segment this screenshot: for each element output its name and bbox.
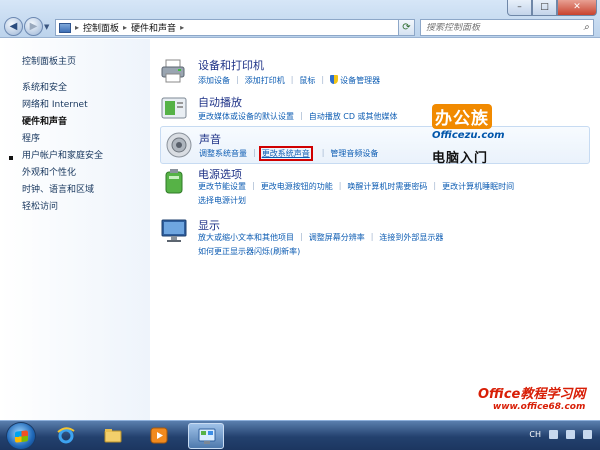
- link-adjust-volume[interactable]: 调整系统音量: [199, 148, 253, 159]
- language-indicator[interactable]: CH: [529, 430, 541, 439]
- category-title[interactable]: 设备和打印机: [198, 57, 264, 73]
- link-add-printer[interactable]: 添加打印机: [245, 75, 291, 86]
- logo-main: 办公族: [432, 104, 492, 129]
- office68-watermark: Office教程学习网 www.office68.com: [478, 383, 585, 412]
- link-external-display[interactable]: 连接到外部显示器: [379, 232, 449, 243]
- category-title[interactable]: 显示: [198, 217, 220, 233]
- speaker-icon: [166, 132, 192, 158]
- breadcrumb-separator-icon[interactable]: ▸: [75, 23, 79, 32]
- category-links: 更改媒体或设备的默认设置 | 自动播放 CD 或其他媒体: [198, 111, 404, 122]
- link-device-manager[interactable]: 设备管理器: [330, 75, 386, 86]
- category-title[interactable]: 电源选项: [198, 166, 242, 182]
- link-power-saving[interactable]: 更改节能设置: [198, 181, 252, 192]
- link-change-system-sounds[interactable]: 更改系统声音: [258, 146, 316, 161]
- link-mouse[interactable]: 鼠标: [299, 75, 321, 86]
- link-manage-audio-devices[interactable]: 管理音频设备: [330, 148, 384, 159]
- close-button[interactable]: ✕: [557, 0, 597, 16]
- sidebar-item-appearance[interactable]: 外观和个性化: [22, 165, 76, 178]
- category-links: 调整系统音量 | 更改系统声音 | 管理音频设备: [199, 146, 384, 161]
- taskbar-app-media-player[interactable]: [141, 423, 177, 449]
- sidebar-item-clock-region[interactable]: 时钟、语言和区域: [22, 182, 94, 195]
- taskbar-app-ie[interactable]: [48, 423, 84, 449]
- category-links: 添加设备 | 添加打印机 | 鼠标 | 设备管理器: [198, 75, 386, 86]
- category-title[interactable]: 声音: [199, 131, 221, 147]
- breadcrumb-control-panel[interactable]: 控制面板: [83, 21, 119, 34]
- printer-icon: [161, 59, 185, 83]
- taskbar-app-control-panel[interactable]: [188, 423, 224, 449]
- back-button[interactable]: ◀: [4, 17, 23, 36]
- maximize-button[interactable]: □: [532, 0, 557, 16]
- flag-icon[interactable]: [566, 430, 575, 439]
- link-refresh-rate[interactable]: 如何更正显示器闪烁(刷新率): [198, 246, 598, 257]
- category-display: 显示 放大或缩小文本和其他项目 | 调整屏幕分辨率 | 连接到外部显示器 如何更正显…: [160, 216, 590, 260]
- ie-icon: [57, 427, 75, 444]
- monitor-icon: [161, 219, 187, 242]
- category-power-options: 电源选项 更改节能设置 | 更改电源按钮的功能 | 唤醒计算机时需要密码 | 更改计算…: [160, 165, 590, 209]
- breadcrumb-separator-icon[interactable]: ▸: [123, 23, 127, 32]
- search-box[interactable]: ⌕: [420, 19, 594, 36]
- start-button[interactable]: [6, 422, 36, 450]
- sidebar-item-hardware-sound: 硬件和声音: [22, 117, 68, 127]
- autoplay-icon: [161, 97, 187, 119]
- minimize-button[interactable]: –: [507, 0, 532, 16]
- category-links: 放大或缩小文本和其他项目 | 调整屏幕分辨率 | 连接到外部显示器 如何更正显示器闪…: [198, 232, 598, 257]
- officezu-logo: 办公族 Officezu.com 电脑入门: [432, 104, 544, 166]
- link-wake-password[interactable]: 唤醒计算机时需要密码: [347, 181, 433, 192]
- sidebar-item-home[interactable]: 控制面板主页: [22, 54, 76, 67]
- explorer-icon: [104, 429, 122, 443]
- sidebar: 控制面板主页 系统和安全 网络和 Internet 硬件和声音 程序 用户帐户和…: [0, 39, 150, 420]
- highlight-box: 更改系统声音: [258, 146, 313, 161]
- link-autoplay-cd[interactable]: 自动播放 CD 或其他媒体: [309, 111, 404, 122]
- link-text-size[interactable]: 放大或缩小文本和其他项目: [198, 232, 300, 243]
- breadcrumb-separator-icon[interactable]: ▸: [180, 23, 184, 32]
- link-change-media-defaults[interactable]: 更改媒体或设备的默认设置: [198, 111, 300, 122]
- category-devices-printers: 设备和打印机 添加设备 | 添加打印机 | 鼠标 | 设备管理器: [160, 55, 590, 89]
- sidebar-item-ease-of-access[interactable]: 轻松访问: [22, 199, 58, 212]
- main-content: 设备和打印机 添加设备 | 添加打印机 | 鼠标 | 设备管理器 自动播放 更改媒体或…: [150, 39, 600, 420]
- network-icon[interactable]: [583, 430, 592, 439]
- sidebar-item-programs[interactable]: 程序: [22, 131, 40, 144]
- search-input[interactable]: [426, 22, 576, 33]
- link-power-plan[interactable]: 选择电源计划: [198, 195, 598, 206]
- recent-pages-dropdown-icon[interactable]: ▼: [44, 23, 49, 31]
- watermark-title: Office教程学习网: [478, 387, 586, 402]
- watermark-url: www.office68.com: [492, 402, 586, 412]
- link-screen-resolution[interactable]: 调整屏幕分辨率: [309, 232, 371, 243]
- sidebar-item-user-accounts[interactable]: 用户帐户和家庭安全: [22, 148, 103, 161]
- system-tray: CH: [529, 430, 592, 439]
- battery-icon: [165, 169, 183, 194]
- search-icon[interactable]: ⌕: [583, 22, 589, 33]
- logo-site: Officezu.com: [432, 130, 505, 141]
- sidebar-item-network[interactable]: 网络和 Internet: [22, 97, 88, 110]
- sidebar-item-system-security[interactable]: 系统和安全: [22, 80, 67, 93]
- title-bar: – □ ✕ ◀ ▶ ▼ ▸ 控制面板 ▸ 硬件和声音 ▸ ▼ ⟳ ⌕: [0, 0, 600, 38]
- control-panel-icon: [198, 428, 216, 444]
- current-item-bullet-icon: [9, 156, 13, 160]
- breadcrumb-hardware-sound[interactable]: 硬件和声音: [131, 21, 176, 34]
- logo-subtitle: 电脑入门: [432, 151, 489, 166]
- media-player-icon: [150, 427, 168, 444]
- forward-button[interactable]: ▶: [24, 17, 43, 36]
- taskbar: CH: [0, 420, 600, 450]
- uac-shield-icon: [330, 75, 339, 84]
- address-bar[interactable]: ▸ 控制面板 ▸ 硬件和声音 ▸ ▼: [55, 19, 413, 36]
- category-title[interactable]: 自动播放: [198, 94, 242, 110]
- link-sleep-time[interactable]: 更改计算机睡眠时间: [442, 181, 520, 192]
- keyboard-icon[interactable]: [549, 430, 558, 439]
- control-panel-icon: [59, 22, 71, 33]
- window-controls: – □ ✕: [507, 0, 597, 16]
- refresh-button[interactable]: ⟳: [398, 19, 415, 36]
- category-links: 更改节能设置 | 更改电源按钮的功能 | 唤醒计算机时需要密码 | 更改计算机睡眠时间…: [198, 181, 598, 206]
- link-power-button[interactable]: 更改电源按钮的功能: [261, 181, 339, 192]
- windows-logo-icon: [15, 430, 28, 443]
- link-add-device[interactable]: 添加设备: [198, 75, 236, 86]
- taskbar-app-explorer[interactable]: [95, 423, 131, 449]
